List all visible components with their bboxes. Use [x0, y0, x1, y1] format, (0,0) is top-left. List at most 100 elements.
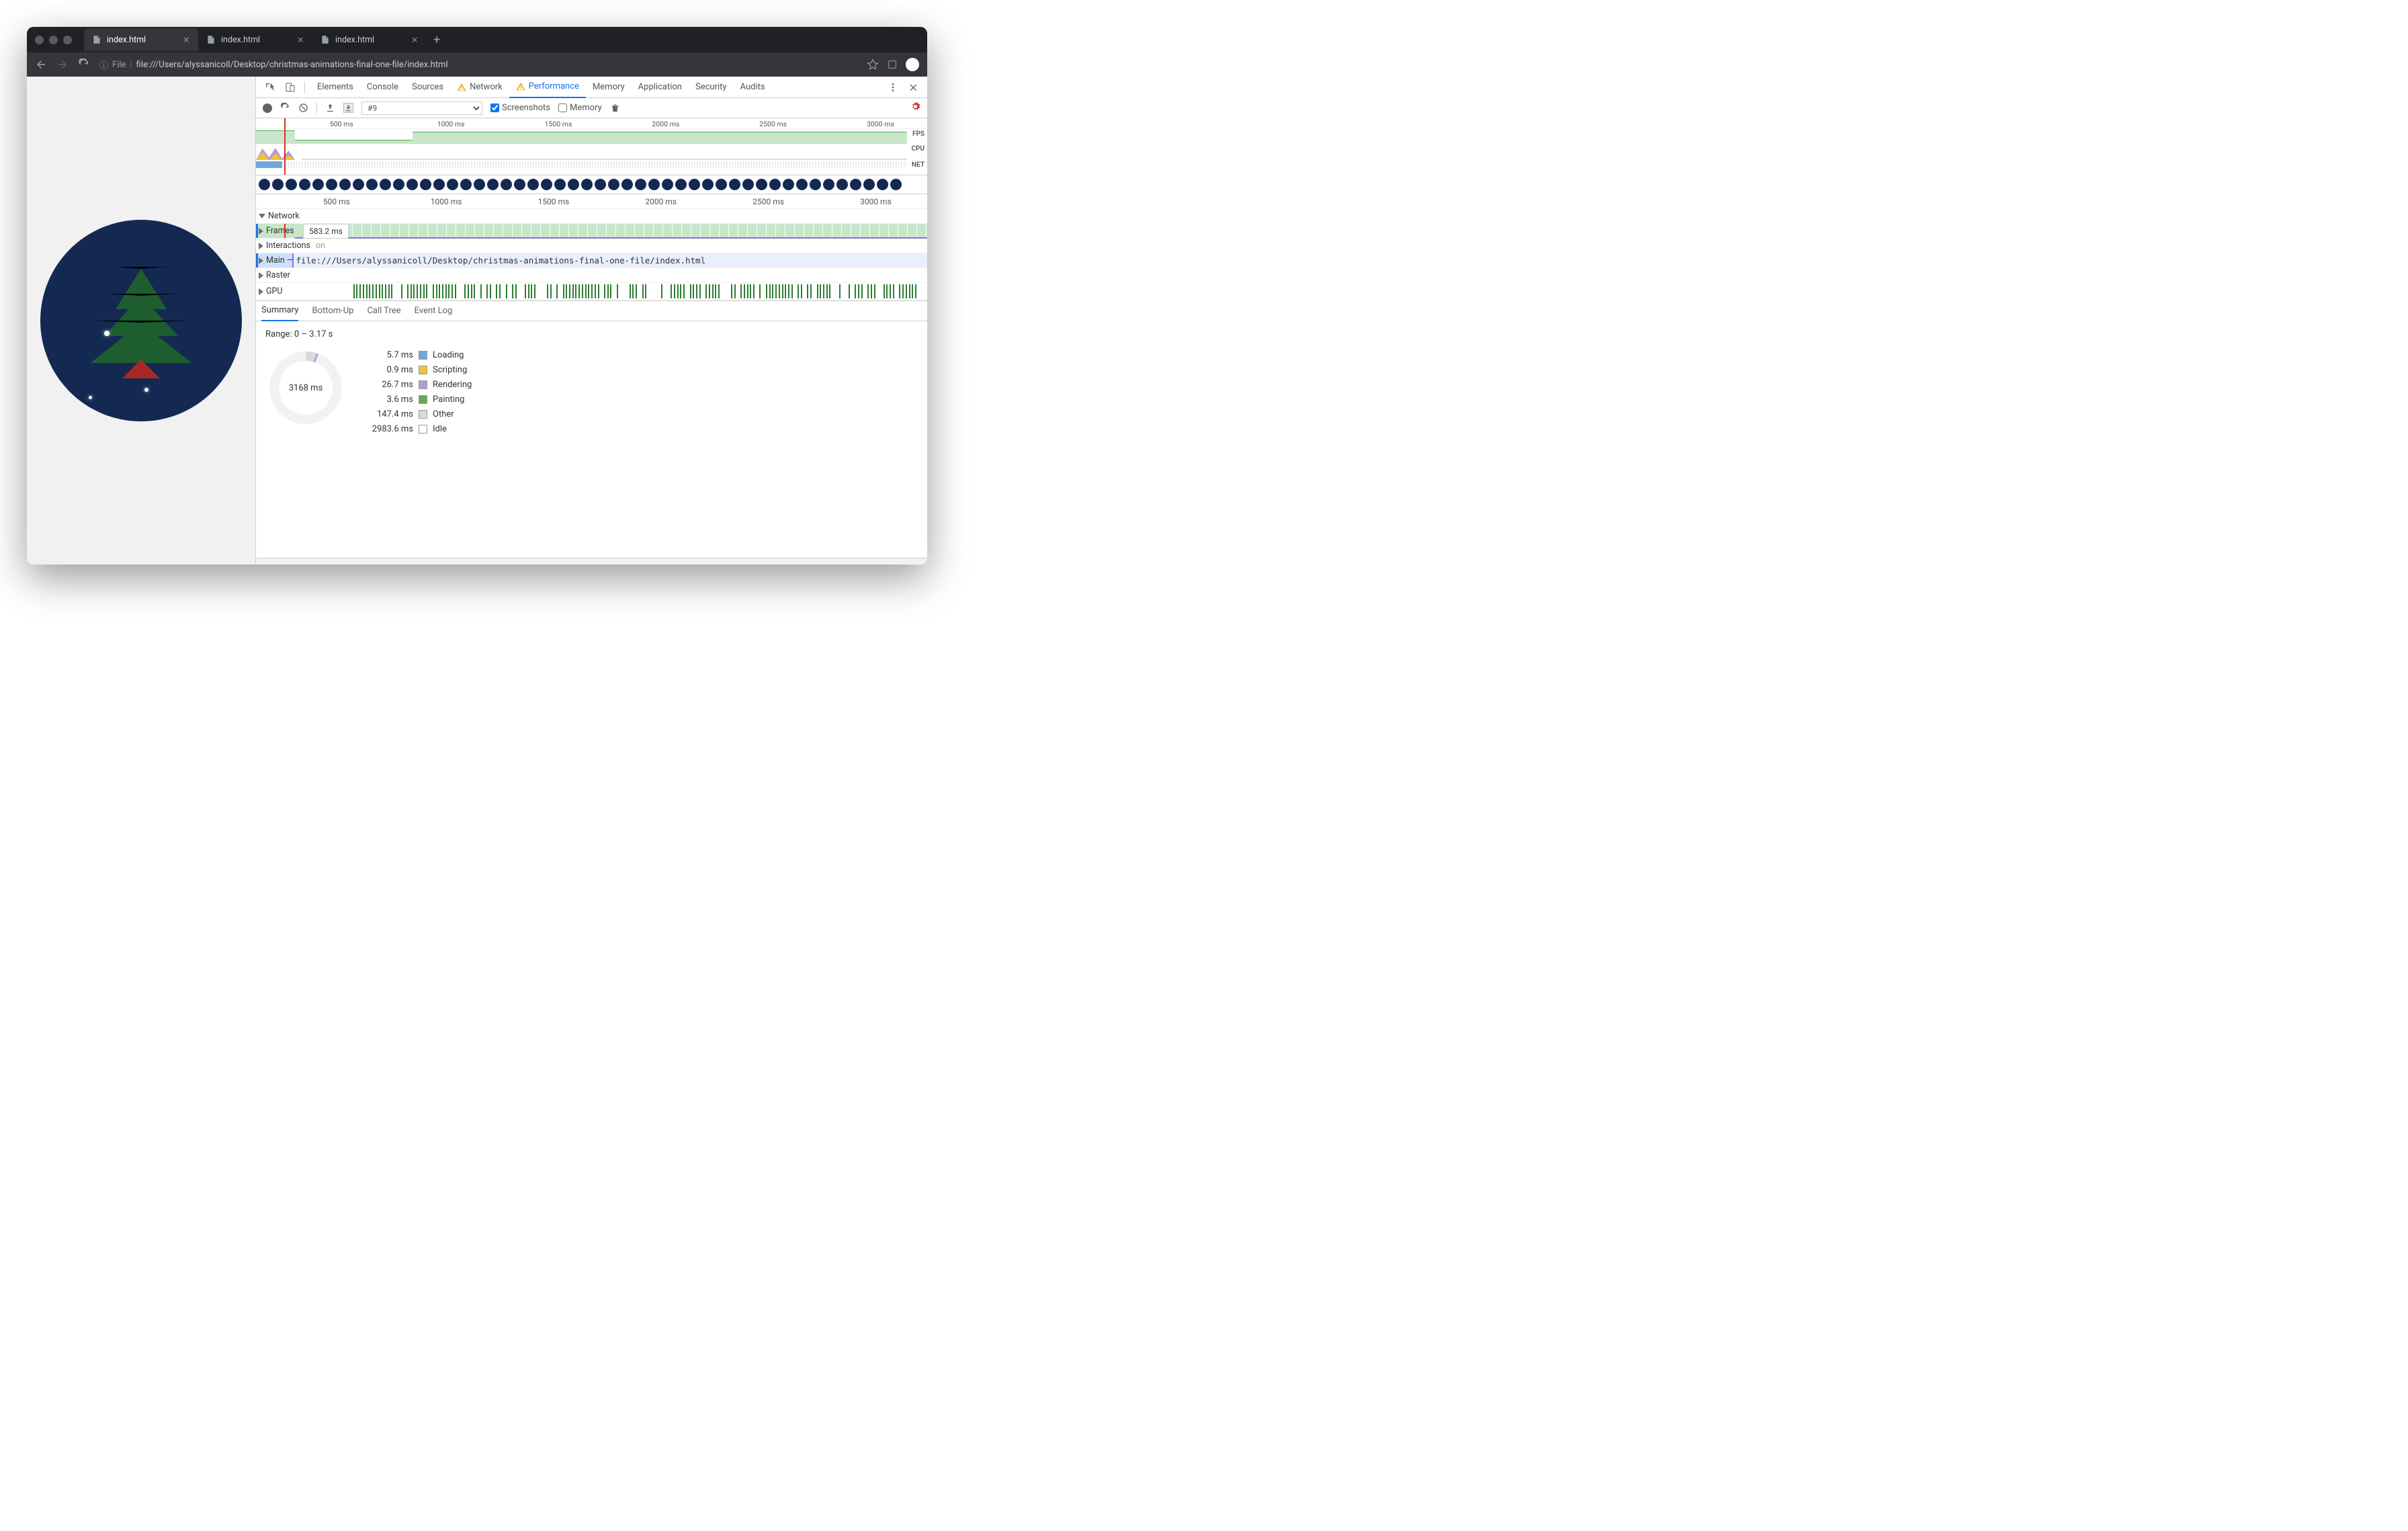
screenshot-thumb[interactable]	[299, 179, 310, 190]
screenshot-thumb[interactable]	[702, 179, 714, 190]
screenshot-thumb[interactable]	[635, 179, 646, 190]
screenshot-thumb[interactable]	[595, 179, 606, 190]
expand-arrow-icon[interactable]	[259, 288, 263, 295]
devtools-tab-network[interactable]: Network	[450, 77, 509, 98]
screenshot-thumb[interactable]	[460, 179, 472, 190]
screenshot-thumb[interactable]	[272, 179, 284, 190]
expand-arrow-icon[interactable]	[259, 228, 263, 235]
close-tab-icon[interactable]	[182, 36, 190, 44]
screenshots-checkbox[interactable]: Screenshots	[490, 103, 550, 113]
settings-gear-icon[interactable]	[910, 101, 920, 114]
screenshot-thumb[interactable]	[312, 179, 324, 190]
browser-tab-2[interactable]: index.html	[312, 28, 427, 51]
url-display[interactable]: ⓘ File | file:///Users/alyssanicoll/Desk…	[99, 58, 857, 71]
screenshot-thumb[interactable]	[433, 179, 445, 190]
subtab-summary[interactable]: Summary	[261, 301, 298, 321]
screenshot-thumb[interactable]	[742, 179, 754, 190]
screenshot-thumb[interactable]	[380, 179, 391, 190]
screenshot-thumb[interactable]	[474, 179, 485, 190]
screenshot-thumb[interactable]	[581, 179, 593, 190]
subtab-event-log[interactable]: Event Log	[415, 301, 453, 321]
screenshot-thumb[interactable]	[662, 179, 673, 190]
device-toolbar-icon[interactable]	[282, 79, 299, 96]
reload-icon[interactable]	[78, 58, 90, 71]
window-traffic-lights[interactable]	[35, 36, 72, 44]
screenshot-thumb[interactable]	[487, 179, 499, 190]
devtools-tab-memory[interactable]: Memory	[586, 77, 632, 98]
screenshot-thumb[interactable]	[527, 179, 539, 190]
screenshot-thumb[interactable]	[259, 179, 270, 190]
screenshot-thumb[interactable]	[689, 179, 700, 190]
profile-select[interactable]: #9	[361, 101, 482, 115]
screenshot-thumb[interactable]	[514, 179, 525, 190]
expand-arrow-icon[interactable]	[259, 272, 263, 279]
screenshot-thumb[interactable]	[796, 179, 808, 190]
subtab-call-tree[interactable]: Call Tree	[367, 301, 400, 321]
screenshot-thumb[interactable]	[406, 179, 418, 190]
screenshot-thumb[interactable]	[366, 179, 378, 190]
new-tab-button[interactable]: +	[433, 33, 440, 47]
trash-icon[interactable]	[610, 103, 620, 113]
screenshot-thumb[interactable]	[326, 179, 337, 190]
subtab-bottom-up[interactable]: Bottom-Up	[312, 301, 353, 321]
download-icon[interactable]	[343, 103, 353, 113]
screenshot-thumb[interactable]	[420, 179, 431, 190]
screenshot-thumb[interactable]	[863, 179, 875, 190]
screenshot-thumb[interactable]	[339, 179, 351, 190]
screenshot-thumb[interactable]	[501, 179, 512, 190]
screenshot-thumb[interactable]	[850, 179, 861, 190]
clear-icon[interactable]	[298, 103, 308, 113]
screenshot-thumb[interactable]	[447, 179, 458, 190]
expand-arrow-icon[interactable]	[259, 257, 263, 264]
devtools-tab-console[interactable]: Console	[360, 77, 405, 98]
timeline-overview[interactable]: 500 ms1000 ms1500 ms2000 ms2500 ms3000 m…	[256, 118, 927, 175]
info-icon[interactable]: ⓘ	[99, 58, 108, 71]
forward-icon[interactable]	[56, 58, 69, 71]
back-icon[interactable]	[35, 58, 47, 71]
browser-tab-1[interactable]: index.html	[198, 28, 312, 51]
screenshot-thumb[interactable]	[621, 179, 633, 190]
screenshot-thumb[interactable]	[756, 179, 767, 190]
close-window-icon[interactable]	[35, 36, 44, 44]
inspect-element-icon[interactable]	[261, 79, 279, 96]
reload-record-icon[interactable]	[280, 103, 290, 113]
screenshot-strip[interactable]	[256, 175, 927, 194]
close-tab-icon[interactable]	[411, 36, 419, 44]
screenshot-thumb[interactable]	[286, 179, 297, 190]
screenshot-thumb[interactable]	[608, 179, 619, 190]
flame-chart[interactable]: 500 ms1000 ms1500 ms2000 ms2500 ms3000 m…	[256, 194, 927, 301]
screenshot-thumb[interactable]	[729, 179, 740, 190]
devtools-tab-security[interactable]: Security	[689, 77, 734, 98]
memory-checkbox[interactable]: Memory	[558, 103, 602, 113]
bookmark-star-icon[interactable]	[867, 58, 879, 71]
main-track[interactable]: Main — file:///Users/alyssanicoll/Deskto…	[256, 253, 927, 268]
screenshot-thumb[interactable]	[823, 179, 834, 190]
extensions-icon[interactable]	[887, 59, 898, 70]
scrubber-handle[interactable]	[284, 118, 286, 175]
raster-track[interactable]: Raster	[256, 268, 927, 283]
devtools-tab-performance[interactable]: Performance	[509, 77, 586, 98]
browser-tab-0[interactable]: index.html	[84, 28, 198, 51]
profile-avatar-icon[interactable]	[906, 58, 919, 71]
devtools-tab-application[interactable]: Application	[632, 77, 689, 98]
screenshot-thumb[interactable]	[810, 179, 821, 190]
interactions-track[interactable]: Interactionson	[256, 239, 927, 253]
gpu-track[interactable]: GPU	[256, 283, 927, 300]
screenshot-thumb[interactable]	[675, 179, 687, 190]
expand-arrow-icon[interactable]	[259, 243, 263, 249]
screenshot-thumb[interactable]	[890, 179, 902, 190]
devtools-tab-sources[interactable]: Sources	[405, 77, 450, 98]
minimize-window-icon[interactable]	[49, 36, 58, 44]
more-menu-icon[interactable]	[884, 79, 902, 96]
upload-icon[interactable]	[325, 103, 335, 113]
maximize-window-icon[interactable]	[63, 36, 72, 44]
close-devtools-icon[interactable]	[904, 79, 922, 96]
screenshot-thumb[interactable]	[541, 179, 552, 190]
screenshot-thumb[interactable]	[769, 179, 781, 190]
screenshot-thumb[interactable]	[353, 179, 364, 190]
screenshot-thumb[interactable]	[877, 179, 888, 190]
screenshot-thumb[interactable]	[783, 179, 794, 190]
record-button-icon[interactable]	[263, 104, 272, 113]
screenshot-thumb[interactable]	[554, 179, 566, 190]
frames-track[interactable]: Frames 583.2 ms	[256, 224, 927, 239]
